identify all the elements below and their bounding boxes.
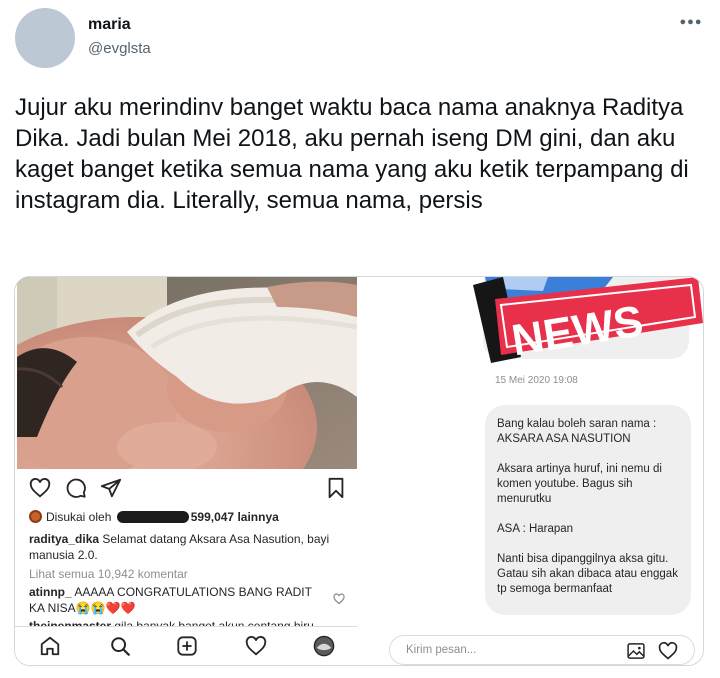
heart-outline-icon[interactable] bbox=[29, 477, 51, 499]
search-icon[interactable] bbox=[109, 635, 131, 657]
message-input-placeholder: Kirim pesan... bbox=[406, 644, 477, 656]
message-line: Nanti bisa dipanggilnya aksa gitu. Gatau… bbox=[497, 553, 678, 595]
likes-suffix: lainnya bbox=[237, 510, 279, 524]
tweet-text: Jujur aku merindinv banget waktu baca na… bbox=[15, 94, 689, 214]
comment-item: atinnp_ AAAAA CONGRATULATIONS BANG RADIT… bbox=[29, 584, 329, 616]
home-icon[interactable] bbox=[39, 635, 61, 657]
liker-avatar-icon bbox=[29, 510, 42, 523]
ellipsis-icon[interactable]: ●●● bbox=[678, 16, 704, 30]
instagram-post-screenshot: Disukai oleh 599,047 lainnya raditya_dik… bbox=[15, 277, 357, 665]
author-name[interactable]: maria bbox=[88, 16, 131, 34]
dm-timestamp: 15 Mei 2020 19:08 bbox=[495, 375, 578, 386]
comment-icon[interactable] bbox=[65, 477, 87, 499]
image-icon[interactable] bbox=[626, 641, 646, 661]
caption-username[interactable]: raditya_dika bbox=[29, 532, 99, 546]
author-handle[interactable]: @evglsta bbox=[88, 40, 151, 57]
activity-heart-icon[interactable] bbox=[245, 635, 267, 657]
comment-username[interactable]: atinnp_ bbox=[29, 585, 72, 599]
heart-icon[interactable] bbox=[658, 641, 678, 661]
likes-prefix: Disukai oleh bbox=[46, 510, 112, 524]
message-line: ASA : Harapan bbox=[497, 523, 574, 535]
baby-photo bbox=[17, 277, 357, 469]
message-bubble: Bang kalau boleh saran nama : AKSARA ASA… bbox=[485, 405, 691, 615]
dm-screenshot: NEWS 15 Mei 2020 19:08 Bang kalau boleh … bbox=[375, 277, 703, 665]
author-avatar[interactable] bbox=[15, 8, 75, 68]
likes-line: Disukai oleh 599,047 lainnya bbox=[29, 508, 279, 526]
add-post-icon[interactable] bbox=[176, 635, 198, 657]
panel-divider bbox=[357, 277, 375, 665]
comment-text: AAAAA CONGRATULATIONS BANG RADIT KA NISA… bbox=[29, 585, 312, 615]
send-icon[interactable] bbox=[100, 477, 122, 499]
post-action-bar bbox=[15, 477, 357, 501]
tweet-media[interactable]: Disukai oleh 599,047 lainnya raditya_dik… bbox=[14, 276, 704, 666]
message-input[interactable]: Kirim pesan... bbox=[389, 635, 695, 665]
post-caption: raditya_dika Selamat datang Aksara Asa N… bbox=[29, 531, 347, 563]
news-sticker-icon: NEWS bbox=[473, 277, 703, 363]
view-all-comments-link[interactable]: Lihat semua 10,942 komentar bbox=[29, 567, 188, 581]
likes-count: 599,047 bbox=[190, 510, 235, 524]
message-line: Aksara artinya huruf, ini nemu di komen … bbox=[497, 463, 662, 505]
nav-divider bbox=[15, 626, 357, 627]
redacted-username bbox=[116, 511, 189, 523]
message-line: Bang kalau boleh saran nama : AKSARA ASA… bbox=[497, 418, 657, 445]
comment-like-heart-icon[interactable] bbox=[333, 593, 345, 605]
profile-avatar-icon[interactable] bbox=[313, 635, 335, 657]
instagram-bottom-nav bbox=[15, 629, 357, 665]
bookmark-icon[interactable] bbox=[325, 477, 347, 499]
